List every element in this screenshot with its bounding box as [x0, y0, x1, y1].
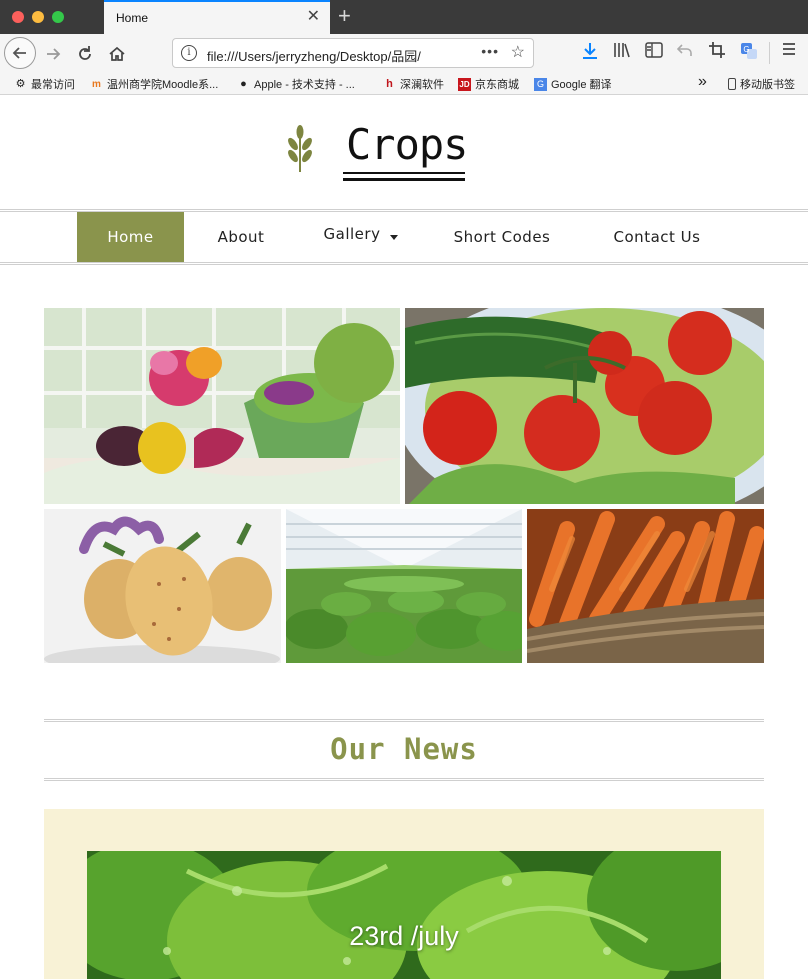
bookmarks-bar: ⚙ 最常访问 m 温州商学院Moodle系... ● Apple - 技术支持 …: [0, 72, 808, 95]
menu-item-contact-us[interactable]: Contact Us: [596, 212, 718, 262]
bookmark-label: Google 翻译: [551, 79, 612, 91]
moodle-icon: m: [92, 78, 101, 90]
menu-item-about[interactable]: About: [196, 212, 286, 262]
bookmark-label: 温州商学院Moodle系...: [107, 79, 219, 91]
google-translate-icon: G: [534, 77, 547, 91]
menu-item-label: Short Codes: [453, 228, 551, 246]
browser-tab[interactable]: Home ✕: [104, 0, 330, 34]
home-icon: [109, 46, 125, 61]
tomatoes-photo: [405, 308, 764, 504]
wheat-icon: [288, 125, 312, 172]
srun-icon: h: [386, 77, 393, 90]
bookmark-item[interactable]: h 深澜软件: [383, 76, 444, 92]
news-section-header: Our News: [44, 719, 764, 781]
news-photo[interactable]: 23rd /july: [87, 851, 721, 979]
url-bar[interactable]: i file:///Users/jerryzheng/Desktop/品园/ •…: [172, 38, 534, 68]
news-date: 23rd /july: [349, 921, 459, 951]
bookmark-label: 京东商城: [475, 79, 519, 91]
reload-icon: [79, 46, 91, 60]
potatoes-photo: [44, 509, 281, 663]
bookmark-label: 最常访问: [31, 79, 75, 91]
download-icon[interactable]: [582, 42, 598, 60]
gallery-photo-potatoes[interactable]: [44, 509, 281, 663]
toolbar-divider: [769, 42, 770, 64]
main-menu: Home About Gallery Short Codes Contact U…: [0, 209, 808, 265]
hamburger-menu-icon[interactable]: [782, 42, 796, 56]
menu-item-short-codes[interactable]: Short Codes: [436, 212, 568, 262]
translate-extension-icon[interactable]: G: [740, 42, 758, 60]
greenhouse-photo: [286, 509, 522, 663]
back-button[interactable]: [4, 37, 36, 69]
gallery-photo-vegetables[interactable]: [44, 308, 400, 504]
gallery-photo-tomatoes[interactable]: [405, 308, 764, 504]
bookmarks-overflow-button[interactable]: »: [698, 73, 707, 91]
mobile-bookmarks[interactable]: 移动版书签: [728, 76, 795, 92]
menu-item-label: Contact Us: [613, 228, 701, 246]
new-tab-icon[interactable]: +: [338, 3, 351, 29]
back-arrow-icon: [12, 47, 26, 59]
menu-item-label: About: [217, 228, 265, 246]
mobile-icon: [728, 78, 736, 90]
forward-arrow-icon: [47, 48, 61, 60]
menu-item-label: Home: [107, 228, 154, 246]
bookmark-item[interactable]: JD 京东商城: [458, 76, 519, 92]
gallery-photo-carrots[interactable]: [527, 509, 764, 663]
tab-title: Home: [116, 11, 149, 25]
sidebar-icon[interactable]: [645, 42, 663, 58]
maximize-window-button[interactable]: [52, 11, 64, 23]
chevron-double-icon: »: [698, 73, 707, 90]
site-logo-text[interactable]: Crops: [346, 120, 468, 169]
carrots-photo: [527, 509, 764, 663]
menu-item-label: Gallery: [323, 225, 381, 243]
close-window-button[interactable]: [12, 11, 24, 23]
bookmark-star-icon[interactable]: ☆: [511, 42, 525, 62]
reload-button[interactable]: [70, 39, 100, 69]
gear-icon: ⚙: [15, 77, 26, 90]
library-icon[interactable]: [613, 42, 631, 58]
web-page: Crops Home About Gallery Short Codes Con…: [0, 96, 808, 979]
menu-item-home[interactable]: Home: [77, 212, 184, 262]
caret-down-icon: [390, 234, 399, 240]
browser-nav-bar: i file:///Users/jerryzheng/Desktop/品园/ •…: [0, 34, 808, 72]
bookmark-label: Apple - 技术支持 - ...: [254, 79, 355, 91]
crop-icon[interactable]: [709, 42, 725, 58]
bookmark-item[interactable]: ⚙ 最常访问: [14, 76, 75, 92]
mobile-bookmarks-label: 移动版书签: [740, 79, 795, 91]
url-text[interactable]: file:///Users/jerryzheng/Desktop/品园/: [207, 46, 421, 65]
info-icon[interactable]: i: [181, 45, 197, 61]
home-button[interactable]: [102, 39, 132, 69]
menu-item-gallery[interactable]: Gallery: [306, 212, 416, 262]
forward-button[interactable]: [38, 39, 68, 69]
lettuce-photo: [87, 851, 721, 979]
bookmark-item[interactable]: ● Apple - 技术支持 - ...: [237, 76, 355, 92]
news-title: Our News: [330, 732, 478, 766]
minimize-window-button[interactable]: [32, 11, 44, 23]
bookmark-item[interactable]: m 温州商学院Moodle系...: [90, 76, 218, 92]
bookmark-label: 深澜软件: [400, 79, 444, 91]
site-header: Crops: [0, 96, 808, 209]
page-actions-icon[interactable]: •••: [481, 43, 499, 59]
logo-underline: [343, 178, 465, 181]
bookmark-item[interactable]: G Google 翻译: [534, 76, 612, 92]
apple-icon: ●: [240, 77, 247, 90]
logo-underline: [343, 172, 465, 174]
gallery-photo-greenhouse[interactable]: [286, 509, 522, 663]
vegetables-photo: [44, 308, 400, 504]
jd-icon: JD: [458, 77, 471, 91]
close-icon[interactable]: ✕: [307, 8, 320, 26]
browser-tab-bar: Home ✕ +: [0, 0, 808, 34]
news-panel: 23rd /july: [44, 809, 764, 979]
undo-icon[interactable]: [677, 42, 693, 58]
svg-text:G: G: [743, 45, 749, 54]
